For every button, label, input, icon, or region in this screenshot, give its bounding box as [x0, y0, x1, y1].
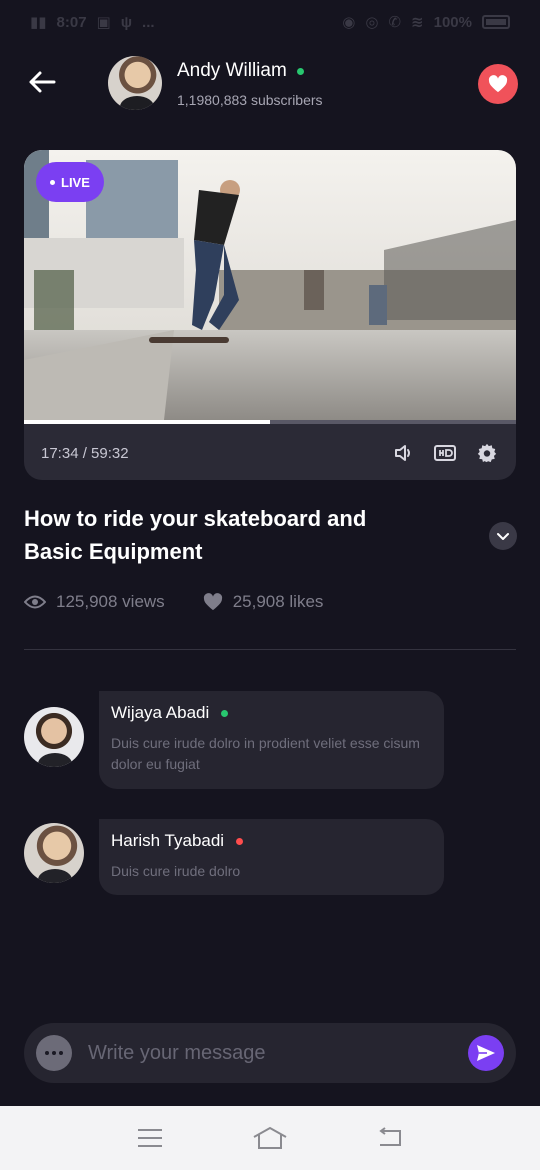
channel-header: Andy William 1,1980,883 subscribers: [0, 52, 540, 116]
menu-icon: [138, 1129, 162, 1147]
settings-button[interactable]: [474, 440, 500, 466]
system-nav-bar: [0, 1106, 540, 1170]
send-icon: [477, 1045, 495, 1061]
usb-icon: ψ: [120, 13, 133, 31]
globe-icon: ◎: [365, 14, 379, 31]
dots-icon: [45, 1051, 49, 1055]
comment-text: Duis cure irude dolro in prodient veliet…: [111, 735, 420, 772]
comment-avatar[interactable]: [24, 823, 84, 883]
channel-avatar[interactable]: [108, 56, 162, 110]
chevron-down-icon: [497, 533, 509, 540]
favorite-button[interactable]: [478, 64, 518, 104]
comment-author[interactable]: Wijaya Abadi: [111, 703, 432, 723]
subscriber-count: 1,1980,883 subscribers: [177, 92, 323, 108]
views-count: 125,908 views: [56, 592, 165, 611]
back-button[interactable]: [24, 64, 60, 100]
gear-icon: [477, 443, 497, 463]
video-title: How to ride your skateboard and Basic Eq…: [24, 506, 367, 564]
likes-stat: 25,908 likes: [203, 592, 324, 612]
status-left: ▮▮ 8:07 ▣ ψ ...: [30, 13, 155, 32]
heart-icon: [203, 593, 222, 611]
message-composer: [24, 1023, 516, 1083]
hd-icon: [434, 445, 456, 461]
battery-icon: [482, 15, 510, 29]
status-right: ◉ ◎ ✆ ≋ 100%: [342, 13, 510, 31]
video-player[interactable]: LIVE 17:34 / 59:32: [24, 150, 516, 480]
home-icon: [253, 1126, 287, 1149]
comment-bubble: Harish Tyabadi Duis cure irude dolro: [99, 819, 444, 895]
progress-fill: [24, 420, 270, 424]
message-input[interactable]: [88, 1041, 468, 1065]
quality-button[interactable]: [432, 440, 458, 466]
comment-author-name: Wijaya Abadi: [111, 703, 210, 722]
signal-icon: ▮▮: [30, 14, 47, 31]
menu-nav-button[interactable]: [130, 1123, 170, 1153]
expand-description-button[interactable]: [489, 522, 517, 550]
online-indicator: [221, 709, 229, 717]
comment-avatar[interactable]: [24, 707, 84, 767]
dot: [59, 1051, 63, 1055]
comment-author[interactable]: Harish Tyabadi: [111, 831, 432, 851]
channel-name-text: Andy William: [177, 60, 287, 81]
video-stats: 125,908 views 25,908 likes: [24, 592, 323, 612]
notification-icon: ▣: [96, 14, 111, 31]
send-button[interactable]: [468, 1035, 504, 1071]
home-nav-button[interactable]: [250, 1123, 290, 1153]
more-options-button[interactable]: [36, 1035, 72, 1071]
views-stat: 125,908 views: [24, 592, 165, 612]
alarm-icon: ◉: [342, 14, 356, 31]
comment-bubble: Wijaya Abadi Duis cure irude dolro in pr…: [99, 691, 444, 789]
wifi-icon: ≋: [411, 14, 424, 31]
eye-icon: [24, 595, 46, 609]
comment-text: Duis cure irude dolro: [111, 863, 241, 879]
volume-button[interactable]: [390, 440, 416, 466]
live-label: LIVE: [61, 174, 90, 190]
comment-author-name: Harish Tyabadi: [111, 831, 225, 850]
heart-icon: [488, 75, 508, 93]
status-time: 8:07: [56, 13, 87, 31]
live-badge: LIVE: [36, 162, 104, 202]
battery-percent: 100%: [433, 13, 472, 31]
divider: [24, 649, 516, 650]
live-dot-icon: [50, 179, 55, 185]
channel-name[interactable]: Andy William: [177, 60, 304, 82]
status-bar: ▮▮ 8:07 ▣ ψ ... ◉ ◎ ✆ ≋ 100%: [0, 0, 540, 44]
speaker-icon: [395, 445, 410, 461]
return-icon: [379, 1127, 401, 1146]
back-nav-button[interactable]: [370, 1123, 410, 1153]
offline-indicator: [236, 837, 244, 845]
arrow-left-icon: [29, 71, 56, 93]
call-icon: ✆: [388, 14, 402, 31]
dot: [52, 1051, 56, 1055]
online-indicator: [296, 67, 304, 75]
time-readout: 17:34 / 59:32: [41, 445, 129, 462]
progress-bar[interactable]: [24, 420, 516, 424]
status-extra: ...: [142, 13, 155, 31]
likes-count: 25,908 likes: [232, 592, 324, 611]
